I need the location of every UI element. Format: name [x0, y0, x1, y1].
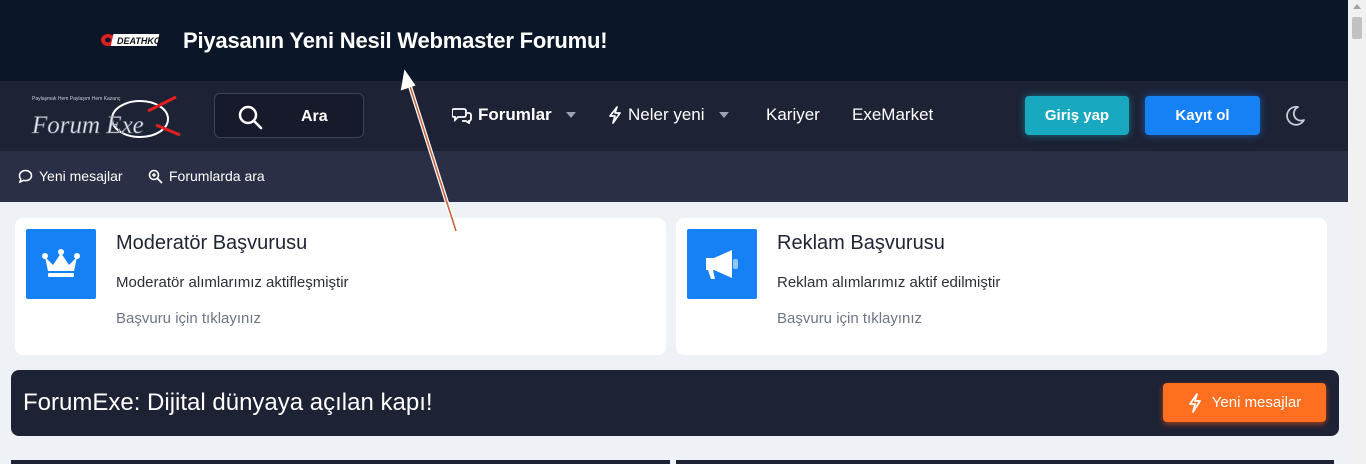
advertising-icon-box — [687, 229, 757, 299]
section-header-left — [11, 460, 670, 464]
main-nav: Paylaşmak Hem Paylaşım Hem Kazanç Forum … — [0, 81, 1348, 151]
hero-banner: ForumExe: Dijital dünyaya açılan kapı! Y… — [11, 370, 1339, 436]
moderator-icon-box — [26, 229, 96, 299]
search-icon — [238, 105, 263, 130]
nav-kariyer[interactable]: Kariyer — [766, 105, 820, 125]
card-description: Moderatör alımlarımız aktifleşmiştir — [116, 274, 349, 291]
crown-icon — [42, 249, 80, 277]
new-messages-button[interactable]: Yeni mesajlar — [1163, 383, 1326, 422]
scroll-up-arrow-icon[interactable] — [1353, 4, 1361, 9]
card-title: Reklam Başvurusu — [777, 232, 945, 254]
search-zoom-icon — [148, 169, 163, 183]
advertising-application-card[interactable]: Reklam Başvurusu Reklam alımlarımız akti… — [676, 218, 1327, 355]
svg-text:Forum Exe: Forum Exe — [31, 112, 144, 139]
card-description: Reklam alımlarımız aktif edilmiştir — [777, 274, 1001, 291]
nav-forumlar[interactable]: Forumlar — [452, 105, 576, 125]
nav-forumlar-label: Forumlar — [478, 105, 552, 124]
top-banner: DEATHKO Piyasanın Yeni Nesil Webmaster F… — [0, 0, 1348, 81]
search-button[interactable]: Ara — [214, 93, 364, 138]
svg-text:Paylaşmak Hem Paylaşım Hem Kaz: Paylaşmak Hem Paylaşım Hem Kazanç — [32, 96, 121, 102]
svg-text:DEATHKO: DEATHKO — [117, 36, 161, 46]
moderator-application-card[interactable]: Moderatör Başvurusu Moderatör alımlarımı… — [15, 218, 666, 355]
page-scrollbar[interactable] — [1348, 0, 1366, 464]
subnav-forumlarda-ara[interactable]: Forumlarda ara — [148, 168, 265, 184]
card-link[interactable]: Başvuru için tıklayınız — [116, 310, 261, 327]
hero-text: ForumExe: Dijital dünyaya açılan kapı! — [23, 389, 433, 416]
scrollbar-thumb[interactable] — [1352, 17, 1362, 39]
forumexe-logo[interactable]: Paylaşmak Hem Paylaşım Hem Kazanç Forum … — [28, 89, 188, 145]
nav-exemarket-label: ExeMarket — [852, 105, 934, 124]
lightning-icon — [609, 106, 621, 124]
nav-neler-yeni[interactable]: Neler yeni — [608, 105, 729, 125]
sub-nav: Yeni mesajlar Forumlarda ara — [0, 151, 1348, 202]
moon-icon[interactable] — [1283, 104, 1307, 128]
chevron-down-icon — [718, 112, 729, 118]
chat-bubble-icon — [18, 169, 33, 183]
login-button[interactable]: Giriş yap — [1025, 96, 1129, 135]
new-messages-label: Yeni mesajlar — [1211, 394, 1302, 411]
card-title: Moderatör Başvurusu — [116, 232, 308, 254]
nav-kariyer-label: Kariyer — [766, 105, 820, 124]
nav-neler-yeni-label: Neler yeni — [628, 105, 705, 124]
deathko-logo[interactable]: DEATHKO — [100, 31, 162, 49]
subnav-yeni-mesajlar[interactable]: Yeni mesajlar — [18, 168, 123, 184]
lightning-icon — [1188, 392, 1201, 413]
search-label: Ara — [301, 108, 328, 125]
nav-exemarket[interactable]: ExeMarket — [852, 105, 933, 125]
subnav-yeni-mesajlar-label: Yeni mesajlar — [39, 168, 123, 184]
subnav-forumlarda-ara-label: Forumlarda ara — [169, 168, 265, 184]
megaphone-icon — [706, 250, 738, 279]
chevron-down-icon — [565, 112, 576, 118]
chat-bubbles-icon — [452, 108, 472, 124]
section-header-right — [676, 460, 1334, 464]
register-button[interactable]: Kayıt ol — [1145, 96, 1260, 135]
card-link[interactable]: Başvuru için tıklayınız — [777, 310, 922, 327]
banner-title: Piyasanın Yeni Nesil Webmaster Forumu! — [183, 28, 608, 53]
